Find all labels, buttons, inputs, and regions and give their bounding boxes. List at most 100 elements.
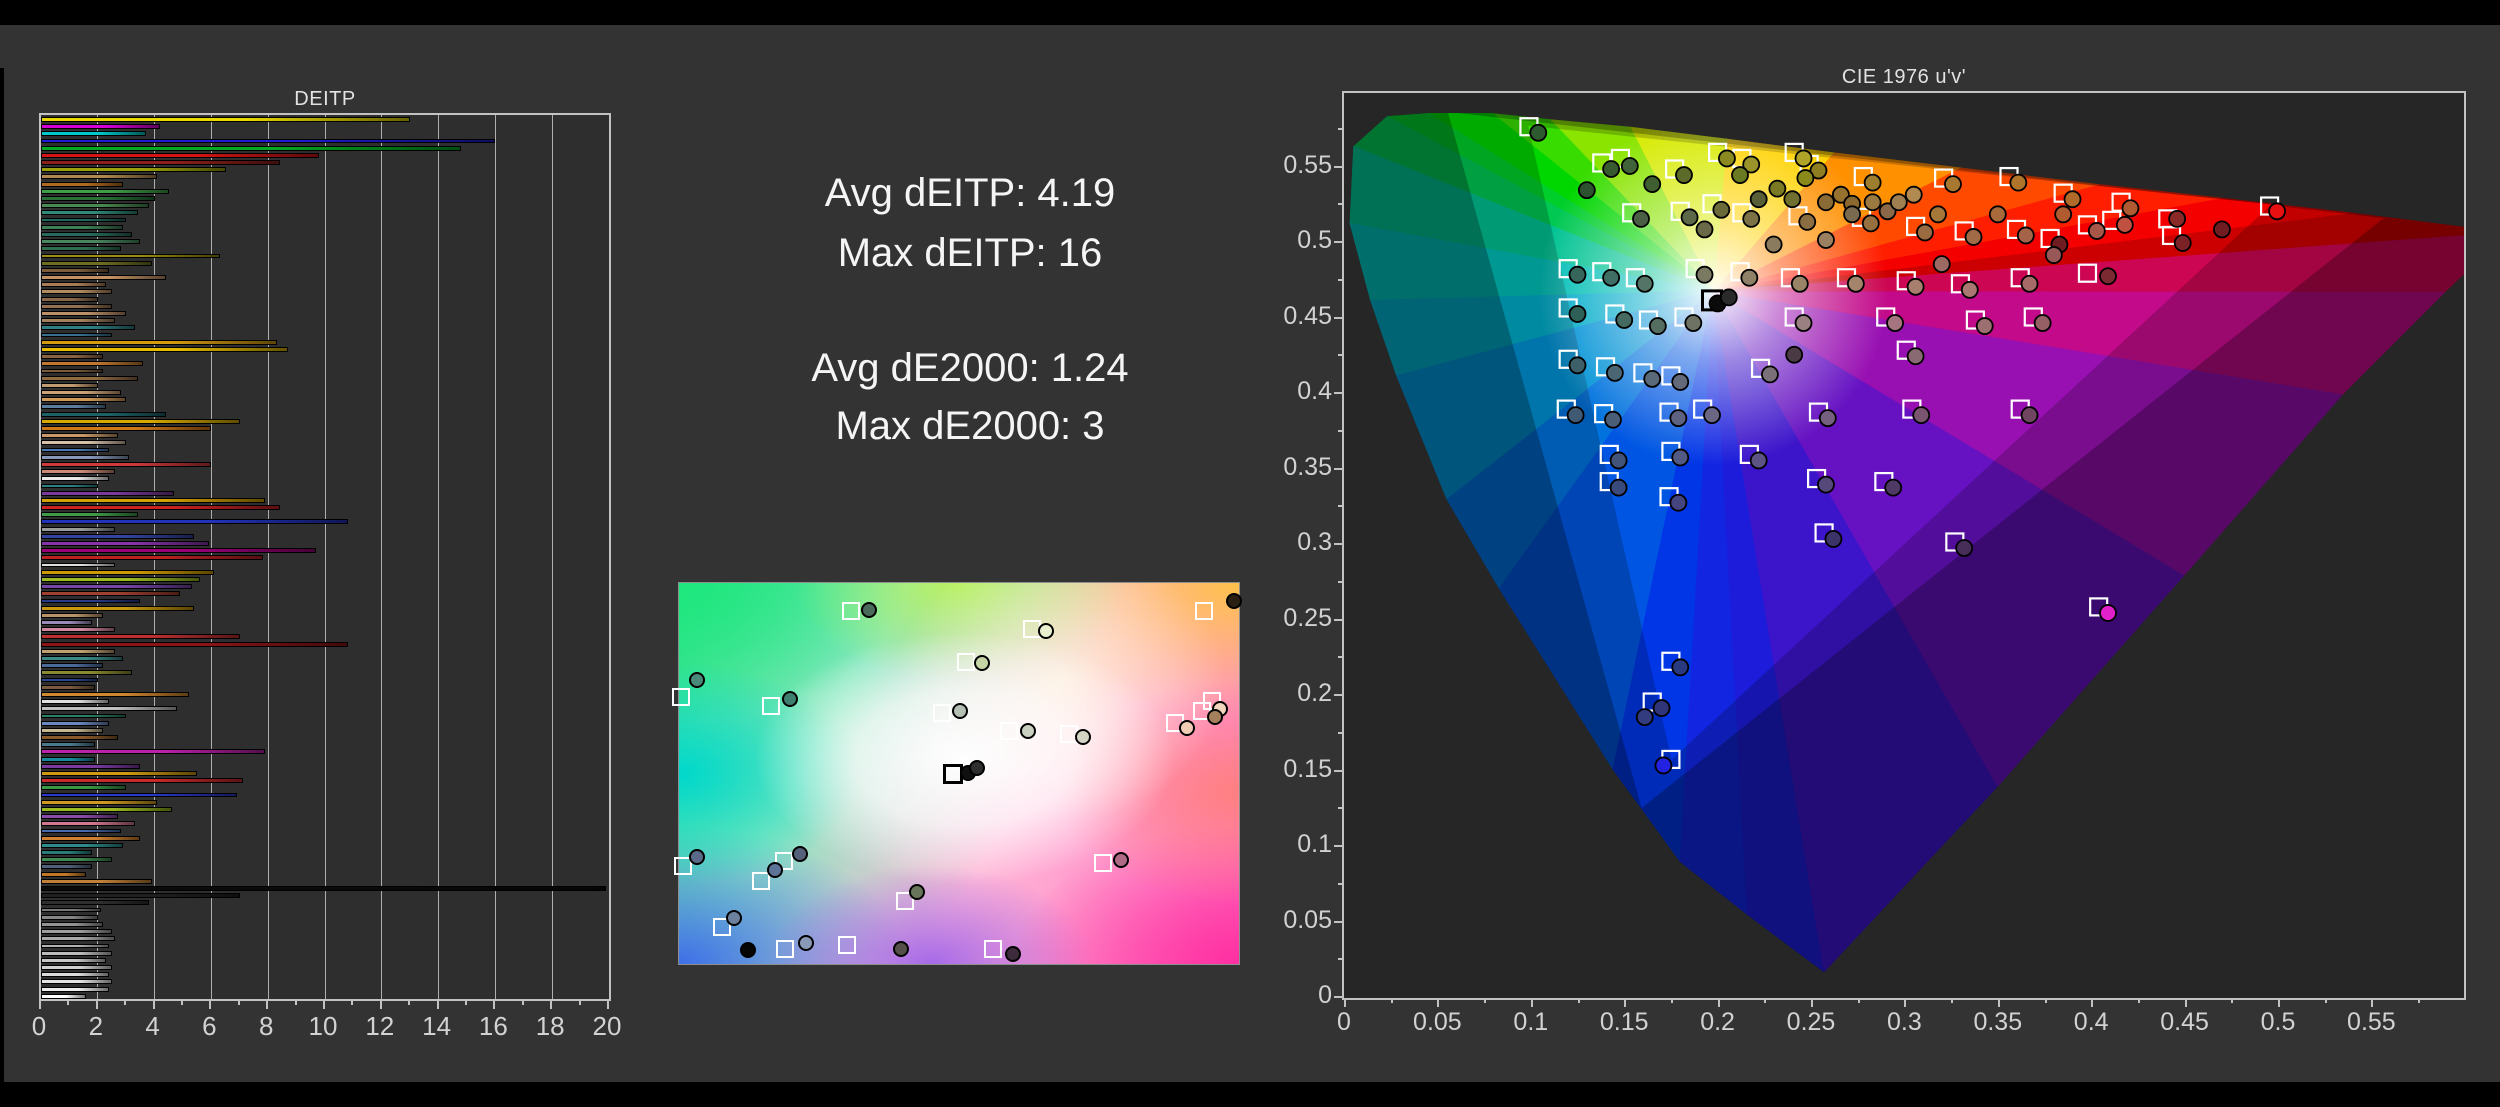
- deitp-bar: [41, 483, 98, 489]
- deitp-bar: [41, 785, 127, 791]
- measured-point: [1790, 274, 1809, 293]
- cie-x-tick: [2137, 999, 2140, 1003]
- measured-point: [2020, 274, 2039, 293]
- measured-point: [739, 941, 756, 958]
- measured-point: [1906, 347, 1925, 366]
- deitp-bar: [41, 634, 240, 640]
- measured-point: [1761, 365, 1779, 384]
- deitp-bar: [41, 418, 240, 424]
- deitp-bar: [41, 943, 110, 949]
- deitp-bar: [41, 217, 127, 223]
- cie-chart-title: CIE 1976 u'v': [1841, 66, 1967, 88]
- measured-point: [1609, 451, 1628, 470]
- deitp-bar: [41, 160, 280, 165]
- measured-point: [1768, 179, 1787, 198]
- deitp-bar: [41, 533, 195, 539]
- measured-point: [2115, 215, 2134, 234]
- measured-point: [1632, 209, 1650, 228]
- measured-point: [2099, 604, 2117, 622]
- deitp-bar: [41, 950, 112, 956]
- cie-y-tick: [1338, 958, 1342, 961]
- x-axis-tick: [181, 1001, 183, 1005]
- measured-point: [781, 690, 798, 707]
- measured-point: [1817, 193, 1835, 212]
- deitp-bar: [41, 174, 158, 180]
- cie-x-tick: [1904, 999, 1907, 1007]
- measured-point: [1671, 658, 1690, 677]
- cie-y-tick: [1334, 694, 1342, 696]
- grid-line: [267, 115, 269, 999]
- lab-gamut-panel: [672, 582, 1242, 965]
- x-axis-tick: [124, 1001, 127, 1005]
- target-square: [838, 935, 856, 954]
- measured-point: [1740, 268, 1759, 287]
- measured-point: [2121, 199, 2140, 218]
- cie-x-tick-label: 0.25: [1786, 1008, 1836, 1036]
- measured-point: [2173, 234, 2192, 252]
- measured-point: [1680, 208, 1699, 227]
- deitp-bar: [41, 368, 104, 374]
- measured-point: [767, 861, 784, 878]
- deitp-bar: [41, 993, 87, 999]
- cie-x-tick: [2371, 999, 2374, 1007]
- cie-y-tick: [1338, 882, 1342, 885]
- deitp-bar: [41, 835, 141, 841]
- deitp-bar: [41, 548, 317, 554]
- measured-point: [1620, 157, 1639, 175]
- cie-x-tick: [1437, 999, 1440, 1007]
- cie-y-tick: [1338, 656, 1342, 659]
- deitp-bar: [41, 426, 212, 431]
- cie-y-tick: [1334, 769, 1342, 772]
- cie-x-tick: [1951, 999, 1954, 1003]
- measured-point: [1719, 288, 1738, 307]
- x-tick-label: 4: [145, 1011, 160, 1041]
- deitp-bar: [41, 497, 266, 503]
- x-axis-tick: [436, 1001, 439, 1009]
- cie-x-tick: [1717, 999, 1720, 1007]
- deitp-bar: [41, 260, 152, 266]
- cie-x-tick: [1530, 999, 1533, 1007]
- measured-point: [1113, 851, 1130, 868]
- cie-y-tick-label: 0.25: [1283, 603, 1332, 632]
- cie-y-tick: [1334, 316, 1342, 319]
- deitp-bar: [41, 526, 115, 532]
- deitp-bar: [41, 900, 149, 906]
- cie-y-tick: [1334, 467, 1342, 470]
- measured-point: [1654, 756, 1673, 775]
- deitp-bar: [41, 727, 104, 733]
- x-axis-tick: [209, 1001, 212, 1009]
- measured-point: [1635, 708, 1654, 727]
- deitp-bar: [41, 620, 93, 625]
- deitp-bar: [41, 332, 112, 338]
- cie-x-tick-label: 0.3: [1887, 1008, 1922, 1036]
- cie-x-tick: [2418, 999, 2421, 1003]
- cie-x-tick-label: 0.45: [2160, 1008, 2209, 1036]
- measured-point: [1643, 369, 1662, 388]
- cie-y-tick-label: 0.4: [1297, 377, 1332, 405]
- cie-x-tick: [2044, 999, 2047, 1003]
- cie-x-tick: [2091, 999, 2094, 1007]
- measured-point: [797, 935, 814, 952]
- target-square: [1195, 602, 1214, 621]
- measured-point: [1207, 709, 1224, 726]
- measured-point: [1038, 623, 1055, 640]
- measured-point: [1955, 539, 1974, 557]
- measured-point: [893, 941, 910, 958]
- cie-x-tick: [1670, 999, 1673, 1003]
- cie-y-tick-label: 0: [1318, 981, 1332, 1009]
- deitp-bar: [41, 404, 107, 410]
- deitp-bar: [41, 117, 411, 122]
- x-tick-label: 20: [592, 1011, 622, 1041]
- cie-y-tick: [1334, 920, 1342, 923]
- x-axis-tick: [493, 1001, 496, 1009]
- deitp-bar: [41, 778, 243, 784]
- measured-point: [1749, 190, 1768, 209]
- measured-point: [1602, 160, 1621, 178]
- deitp-bar: [41, 361, 144, 367]
- cie-y-tick-label: 0.3: [1297, 528, 1332, 556]
- deitp-bar: [41, 605, 195, 611]
- deitp-bar: [41, 598, 141, 604]
- measured-point: [1798, 212, 1817, 231]
- deitp-bar: [41, 972, 110, 978]
- measured-point: [1643, 175, 1662, 194]
